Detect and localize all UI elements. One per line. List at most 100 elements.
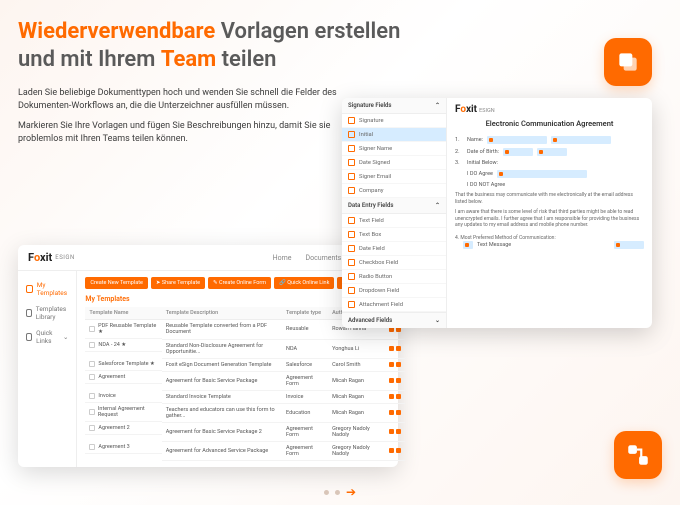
initial-field[interactable] xyxy=(614,241,644,249)
row-actions xyxy=(389,362,401,367)
field-item[interactable]: Dropdown Field xyxy=(342,284,446,298)
action-icon[interactable] xyxy=(396,448,401,453)
table-row[interactable]: AgreementAgreement for Basic Service Pac… xyxy=(85,371,404,390)
field-item[interactable]: Signer Email xyxy=(342,170,446,184)
table-row[interactable]: InvoiceStandard Invoice TemplateInvoiceM… xyxy=(85,390,404,403)
create-template-button[interactable]: Create New Template xyxy=(85,277,148,289)
form-row-initial: 3.Initial Below: xyxy=(455,160,644,166)
panel-header: Foxit ESIGN Home Documents Templates xyxy=(18,245,398,271)
date-field[interactable] xyxy=(537,148,567,156)
doc-icon xyxy=(26,285,33,293)
text-field[interactable] xyxy=(487,136,547,144)
action-icon[interactable] xyxy=(396,429,401,434)
action-icon[interactable] xyxy=(396,378,401,383)
group-data-entry-fields[interactable]: Data Entry Fields⌃ xyxy=(342,198,446,214)
share-template-button[interactable]: ➤ Share Template xyxy=(151,277,205,289)
link-icon xyxy=(26,333,32,341)
action-icon[interactable] xyxy=(389,362,394,367)
create-online-form-button[interactable]: ✎ Create Online Form xyxy=(208,277,271,289)
checkbox[interactable] xyxy=(89,374,95,380)
text-field[interactable] xyxy=(551,136,611,144)
col-desc[interactable]: Template Description xyxy=(162,307,282,320)
row-actions xyxy=(389,448,401,453)
row-actions xyxy=(389,346,401,351)
radio-field[interactable] xyxy=(463,241,473,249)
sidebar-item-quick-links[interactable]: Quick Links⌄ xyxy=(18,325,76,349)
field-icon xyxy=(348,273,355,280)
checkbox[interactable] xyxy=(89,361,95,367)
checkbox[interactable] xyxy=(89,444,95,450)
action-icon[interactable] xyxy=(396,346,401,351)
decorative-flow-icon xyxy=(614,431,662,479)
field-item[interactable]: Text Box xyxy=(342,228,446,242)
field-icon xyxy=(348,259,355,266)
form-row-pref: Text Message xyxy=(463,241,644,249)
table-row[interactable]: Salesforce Template ★Foxit eSign Documen… xyxy=(85,358,404,371)
field-item[interactable]: Checkbox Field xyxy=(342,256,446,270)
field-icon xyxy=(348,159,355,166)
field-item[interactable]: Attachment Field xyxy=(342,298,446,312)
carousel-next-icon[interactable]: ➔ xyxy=(346,485,356,499)
action-icon[interactable] xyxy=(389,394,394,399)
quick-online-link-button[interactable]: 🔗 Quick Online Link xyxy=(274,277,334,289)
headline: Wiederverwendbare Vorlagen erstellen und… xyxy=(18,18,440,73)
initial-field[interactable] xyxy=(497,170,587,178)
label: Name: xyxy=(467,137,483,143)
doc-body-1: That the business may communicate with m… xyxy=(455,192,644,205)
field-item[interactable]: Radio Button xyxy=(342,270,446,284)
group-advanced-fields[interactable]: Advanced Fields⌄ xyxy=(342,312,446,328)
action-icon[interactable] xyxy=(389,429,394,434)
date-field[interactable] xyxy=(503,148,533,156)
group-signature-fields[interactable]: Signature Fields⌃ xyxy=(342,98,446,114)
col-type[interactable]: Template type xyxy=(282,307,328,320)
row-actions xyxy=(389,378,401,383)
checkbox[interactable] xyxy=(89,409,95,415)
action-icon[interactable] xyxy=(389,346,394,351)
field-item[interactable]: Signature xyxy=(342,114,446,128)
carousel-dot[interactable] xyxy=(335,490,340,495)
brand-sub: ESIGN xyxy=(55,254,74,261)
field-icon xyxy=(348,231,355,238)
nav-home[interactable]: Home xyxy=(273,254,292,262)
group-label: Advanced Fields xyxy=(348,317,392,324)
action-icon[interactable] xyxy=(389,378,394,383)
sidebar-label: My Templates xyxy=(37,281,69,297)
doc-brand: FoxitESIGN xyxy=(455,104,644,115)
headline-text-2: und mit Ihrem xyxy=(18,47,161,72)
table-row[interactable]: Agreement 2Agreement for Basic Service P… xyxy=(85,422,404,441)
headline-accent-1: Wiederverwendbare xyxy=(18,19,215,44)
field-item[interactable]: Text Field xyxy=(342,214,446,228)
field-icon xyxy=(348,287,355,294)
action-icon[interactable] xyxy=(389,448,394,453)
field-item[interactable]: Signer Name xyxy=(342,142,446,156)
library-icon xyxy=(26,309,32,317)
field-item[interactable]: Date Signed xyxy=(342,156,446,170)
checkbox[interactable] xyxy=(89,342,95,348)
action-icon[interactable] xyxy=(396,362,401,367)
form-row-agree: I DO Agree xyxy=(467,170,644,178)
checkbox[interactable] xyxy=(89,425,95,431)
fields-palette: Signature Fields⌃ SignatureInitialSigner… xyxy=(342,98,447,328)
table-row[interactable]: NDA - 24 ★Standard Non-Disclosure Agreem… xyxy=(85,339,404,358)
action-icon[interactable] xyxy=(396,394,401,399)
carousel-dot[interactable] xyxy=(324,490,329,495)
lead-paragraph-1: Laden Sie beliebige Dokumenttypen hoch u… xyxy=(18,87,358,112)
label: Text Message xyxy=(477,242,511,248)
table-row[interactable]: Agreement 3Agreement for Advanced Servic… xyxy=(85,441,404,460)
nav-documents[interactable]: Documents xyxy=(306,254,342,262)
sidebar-item-my-templates[interactable]: My Templates xyxy=(18,277,76,301)
templates-panel: Foxit ESIGN Home Documents Templates My … xyxy=(18,245,398,467)
col-name[interactable]: Template Name xyxy=(85,307,161,320)
action-icon[interactable] xyxy=(389,410,394,415)
field-item[interactable]: Date Field xyxy=(342,242,446,256)
field-item[interactable]: Company xyxy=(342,184,446,198)
field-item[interactable]: Initial xyxy=(342,128,446,142)
checkbox[interactable] xyxy=(89,393,95,399)
chevron-down-icon: ⌄ xyxy=(63,333,68,341)
table-row[interactable]: Internal Agreement RequestTeachers and e… xyxy=(85,403,404,422)
action-icon[interactable] xyxy=(396,410,401,415)
sidebar-item-templates-library[interactable]: Templates Library xyxy=(18,301,76,325)
group-label: Data Entry Fields xyxy=(348,202,393,209)
label: Date of Birth: xyxy=(467,149,499,155)
checkbox[interactable] xyxy=(89,326,95,332)
